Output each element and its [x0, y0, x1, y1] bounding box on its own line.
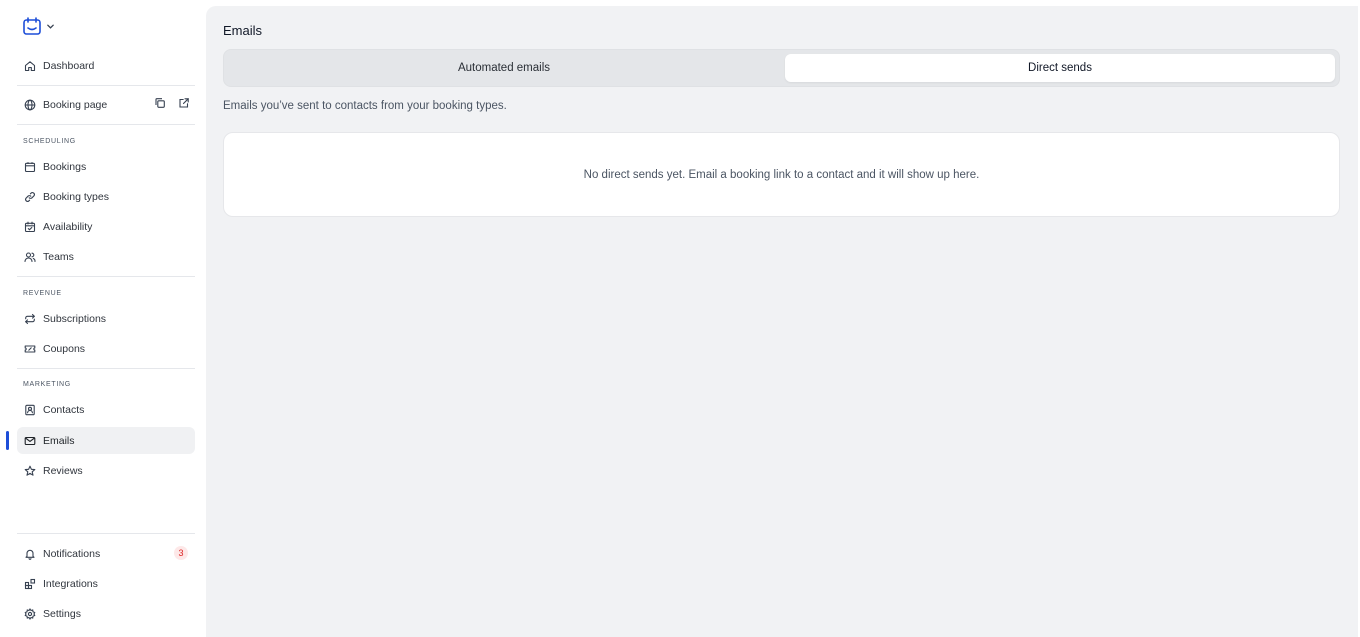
sidebar-item-integrations[interactable]: Integrations — [17, 570, 195, 597]
integrations-icon — [24, 578, 36, 590]
divider — [17, 276, 195, 277]
section-label-revenue: Revenue — [23, 290, 62, 297]
notification-count-badge: 3 — [174, 546, 188, 560]
divider — [17, 368, 195, 369]
sidebar-item-label: Reviews — [43, 464, 83, 477]
sidebar-item-label: Availability — [43, 220, 93, 233]
contact-icon — [24, 404, 36, 416]
page-description: Emails you’ve sent to contacts from your… — [223, 100, 507, 112]
sidebar-item-teams[interactable]: Teams — [17, 243, 195, 270]
app: Dashboard Booking page Scheduling — [0, 0, 1360, 637]
calendar-check-icon — [24, 221, 36, 233]
ticket-icon — [24, 343, 36, 355]
sidebar-item-emails[interactable]: Emails — [17, 427, 195, 454]
calendar-logo-icon — [22, 16, 42, 36]
sidebar-item-notifications[interactable]: Notifications — [17, 540, 195, 567]
sidebar-item-contacts[interactable]: Contacts — [17, 396, 195, 423]
sidebar-item-label: Subscriptions — [43, 312, 107, 325]
sidebar-item-dashboard[interactable]: Dashboard — [17, 52, 195, 79]
sidebar-item-label: Booking types — [43, 190, 109, 203]
sidebar-item-availability[interactable]: Availability — [17, 213, 195, 240]
sidebar-item-settings[interactable]: Settings — [17, 600, 195, 627]
chevron-down-icon — [46, 22, 55, 31]
section-label-marketing: Marketing — [23, 381, 71, 388]
sidebar-item-booking-types[interactable]: Booking types — [17, 183, 195, 210]
divider — [17, 124, 195, 125]
mail-icon — [24, 435, 36, 447]
sidebar-item-reviews[interactable]: Reviews — [17, 457, 195, 484]
home-icon — [24, 60, 36, 72]
workspace-switcher[interactable] — [22, 15, 55, 37]
star-icon — [24, 465, 36, 477]
divider — [17, 85, 195, 86]
sidebar-item-bookings[interactable]: Bookings — [17, 153, 195, 180]
link-icon — [24, 191, 36, 203]
sidebar-item-coupons[interactable]: Coupons — [17, 335, 195, 362]
sidebar-item-label: Coupons — [43, 342, 86, 355]
tab-automated-emails[interactable]: Automated emails — [228, 54, 780, 82]
sidebar-item-label: Contacts — [43, 403, 85, 416]
sidebar-item-label: Bookings — [43, 160, 87, 173]
open-booking-page-button[interactable] — [176, 97, 192, 113]
repeat-icon — [24, 313, 36, 325]
sidebar-item-label: Integrations — [43, 577, 98, 590]
sidebar-item-label: Notifications — [43, 547, 101, 560]
copy-icon — [154, 96, 166, 114]
sidebar-item-subscriptions[interactable]: Subscriptions — [17, 305, 195, 332]
main-content: Emails Automated emails Direct sends Ema… — [206, 6, 1358, 637]
gear-icon — [24, 607, 36, 620]
section-label-scheduling: Scheduling — [23, 138, 76, 145]
empty-state-message: No direct sends yet. Email a booking lin… — [583, 168, 980, 181]
sidebar-item-label: Teams — [43, 250, 74, 263]
sidebar-item-label: Booking page — [43, 98, 108, 111]
sidebar: Dashboard Booking page Scheduling — [0, 0, 206, 637]
globe-icon — [24, 99, 36, 111]
bell-icon — [24, 548, 36, 560]
calendar-icon — [24, 161, 36, 173]
sidebar-item-label: Dashboard — [43, 59, 95, 72]
sidebar-item-booking-page[interactable]: Booking page — [17, 91, 147, 118]
empty-state-card: No direct sends yet. Email a booking lin… — [223, 132, 1340, 217]
page-title: Emails — [223, 23, 263, 38]
users-icon — [24, 251, 36, 263]
sidebar-item-label: Settings — [43, 607, 81, 620]
external-link-icon — [178, 96, 190, 114]
sidebar-item-label: Emails — [43, 434, 75, 447]
email-tabs: Automated emails Direct sends — [223, 49, 1340, 87]
active-indicator — [6, 431, 9, 450]
divider — [17, 533, 195, 534]
copy-link-button[interactable] — [152, 97, 168, 113]
tab-direct-sends[interactable]: Direct sends — [785, 54, 1335, 82]
